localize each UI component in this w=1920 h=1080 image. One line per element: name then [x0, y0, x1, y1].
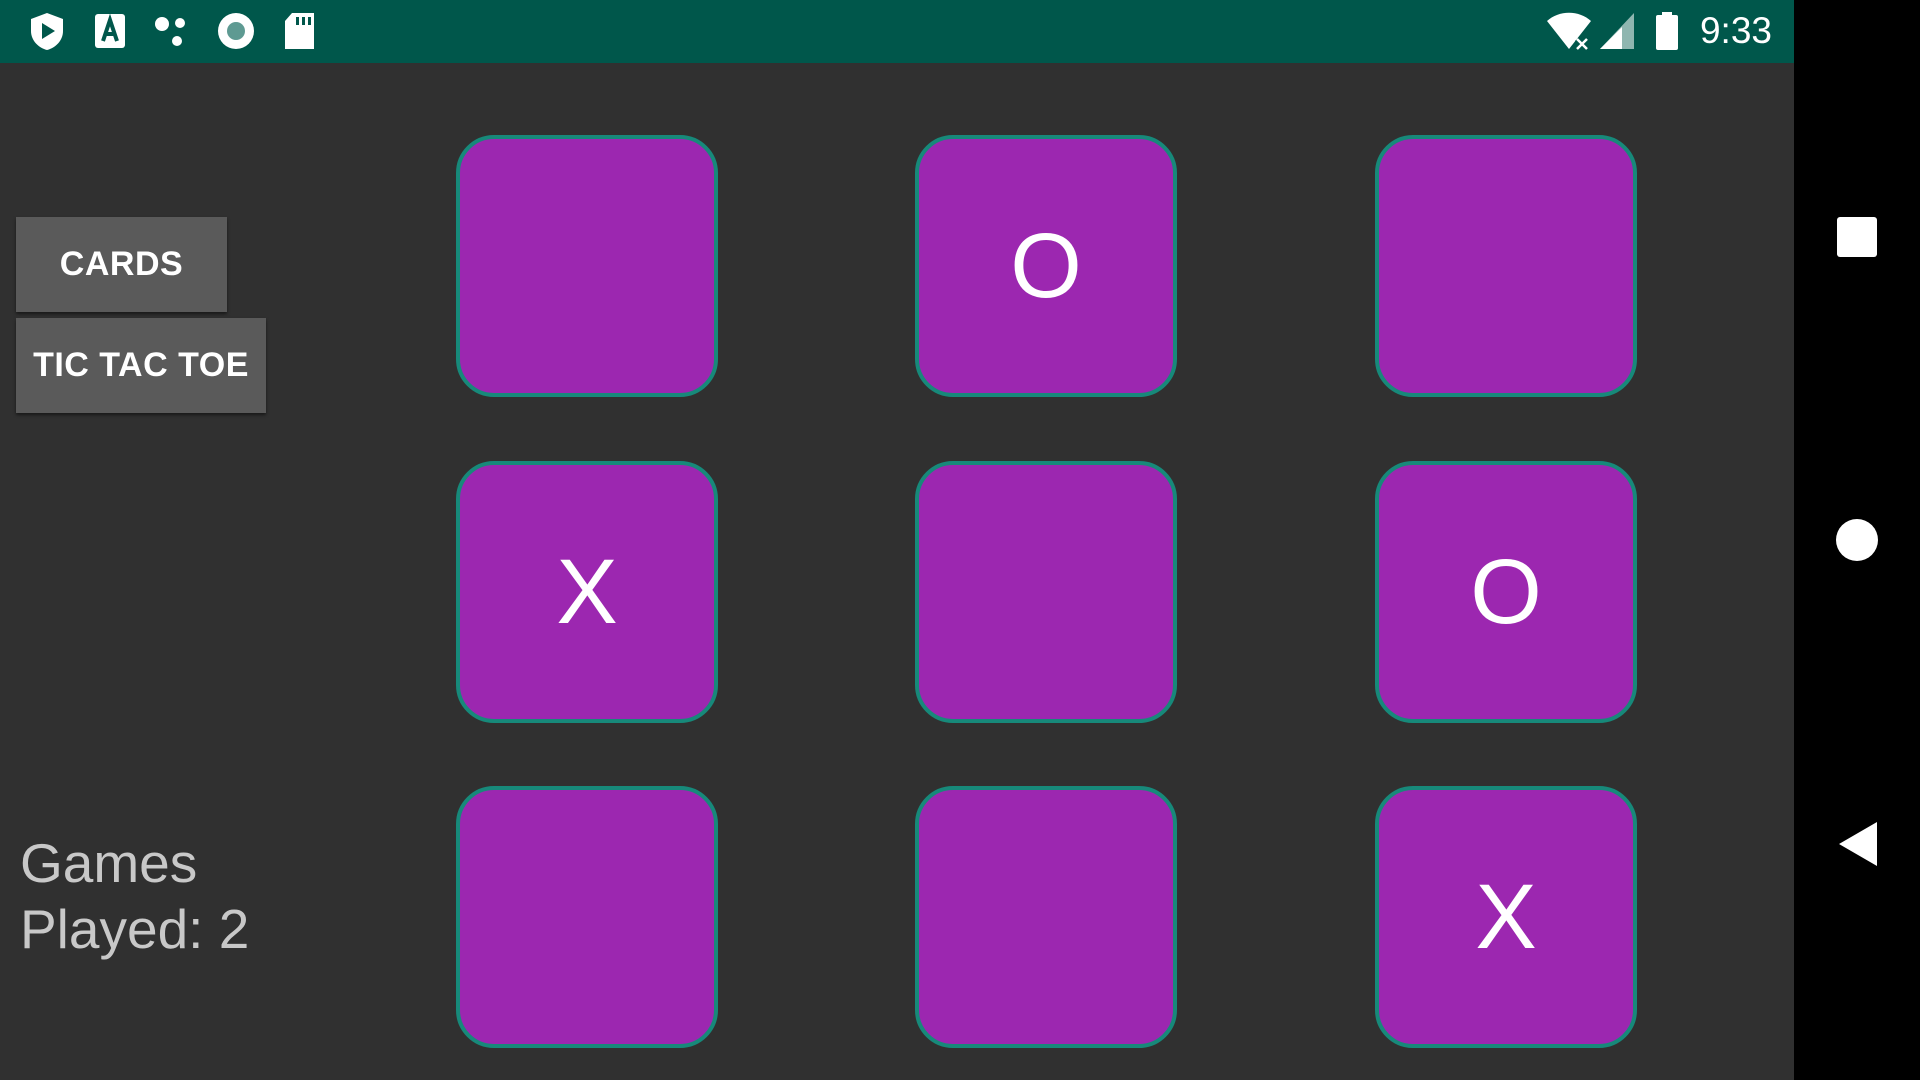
tic-tac-toe-button[interactable]: TIC TAC TOE — [16, 318, 266, 413]
wifi-icon — [1547, 12, 1591, 51]
status-time: 9:33 — [1699, 10, 1772, 51]
board-cell-7[interactable] — [456, 786, 718, 1048]
games-played-line2: Played: 2 — [20, 898, 250, 960]
board-cell-3[interactable] — [1375, 135, 1637, 397]
app-content: CARDS TIC TAC TOE Games Played: 2 O X O … — [0, 63, 1794, 1080]
recents-icon[interactable] — [1837, 217, 1877, 257]
games-played-line1: Games — [20, 832, 198, 894]
board-cell-5[interactable] — [915, 461, 1177, 723]
device-screen: 9:33 CARDS TIC TAC TOE Games Played: 2 O… — [0, 0, 1920, 1080]
board-cell-2[interactable]: O — [915, 135, 1177, 397]
games-played-label: Games Played: 2 — [20, 830, 320, 962]
board-cell-9[interactable]: X — [1375, 786, 1637, 1048]
dots-icon — [155, 17, 185, 46]
board-cell-4[interactable]: X — [456, 461, 718, 723]
status-bar: 9:33 — [0, 0, 1794, 63]
board-cell-8[interactable] — [915, 786, 1177, 1048]
play-protect-icon — [31, 13, 63, 50]
cell-signal-icon — [1600, 13, 1634, 49]
board-cell-1[interactable] — [456, 135, 718, 397]
text-a-icon — [95, 13, 125, 48]
sd-card-icon — [285, 13, 314, 49]
board-cell-6[interactable]: O — [1375, 461, 1637, 723]
record-icon — [218, 13, 254, 49]
home-icon[interactable] — [1836, 519, 1878, 561]
navigation-bar — [1794, 0, 1920, 1080]
battery-icon — [1656, 12, 1678, 50]
cards-button[interactable]: CARDS — [16, 217, 227, 312]
back-icon[interactable] — [1839, 822, 1877, 866]
